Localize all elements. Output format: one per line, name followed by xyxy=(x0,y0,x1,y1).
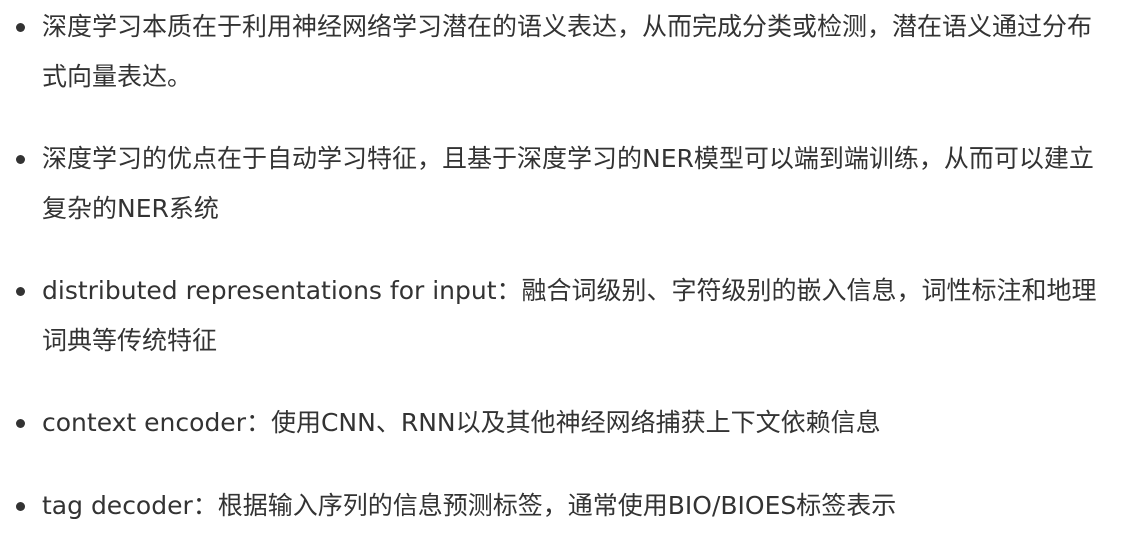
document-body: 深度学习本质在于利用神经网络学习潜在的语义表达，从而完成分类或检测，潜在语义通过… xyxy=(0,0,1134,539)
bullet-dot-icon xyxy=(16,502,25,511)
bullet-dot-icon xyxy=(16,155,25,164)
list-item: tag decoder：根据输入序列的信息预测标签，通常使用BIO/BIOES标… xyxy=(0,481,1104,531)
list-item-text: 深度学习本质在于利用神经网络学习潜在的语义表达，从而完成分类或检测，潜在语义通过… xyxy=(42,12,1093,91)
bullet-dot-icon xyxy=(16,419,25,428)
list-item-text: 深度学习的优点在于自动学习特征，且基于深度学习的NER模型可以端到端训练，从而可… xyxy=(42,144,1094,223)
list-item-text: tag decoder：根据输入序列的信息预测标签，通常使用BIO/BIOES标… xyxy=(42,491,897,520)
list-item: 深度学习的优点在于自动学习特征，且基于深度学习的NER模型可以端到端训练，从而可… xyxy=(0,134,1104,234)
list-item-text: distributed representations for input：融合… xyxy=(42,276,1097,355)
bullet-dot-icon xyxy=(16,23,25,32)
list-item: distributed representations for input：融合… xyxy=(0,266,1104,366)
bullet-dot-icon xyxy=(16,287,25,296)
list-item: context encoder：使用CNN、RNN以及其他神经网络捕获上下文依赖… xyxy=(0,398,1104,448)
list-item-text: context encoder：使用CNN、RNN以及其他神经网络捕获上下文依赖… xyxy=(42,408,881,437)
list-item: 深度学习本质在于利用神经网络学习潜在的语义表达，从而完成分类或检测，潜在语义通过… xyxy=(0,2,1104,102)
